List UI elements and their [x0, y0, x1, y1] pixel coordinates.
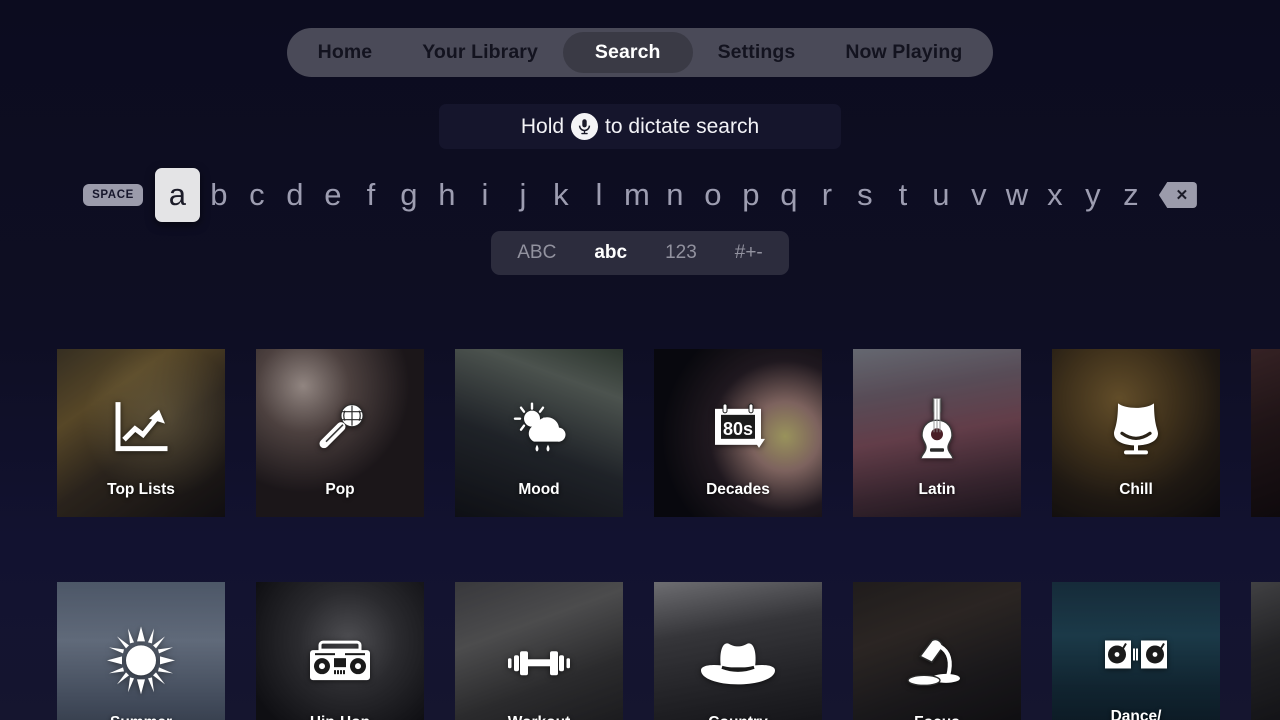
desk-lamp-icon — [853, 632, 1021, 690]
keyboard-mode-selector-area: ABC abc 123 #+- — [0, 231, 1280, 275]
sun-cloud-rain-icon — [455, 402, 623, 456]
key-d[interactable]: d — [276, 168, 314, 222]
tile-label: Workout — [455, 714, 623, 720]
cowboy-hat-icon — [654, 639, 822, 685]
key-y[interactable]: y — [1074, 168, 1112, 222]
turntables-icon — [1052, 636, 1220, 672]
tile-scrim — [1251, 582, 1280, 720]
key-o[interactable]: o — [694, 168, 732, 222]
dictate-prefix-label: Hold — [520, 114, 565, 138]
category-row-1: Top Lists Pop Mood 80s Decades Latin Chi… — [57, 349, 1280, 517]
category-tile-partial-right-2[interactable] — [1251, 582, 1280, 720]
tile-label: Focus — [853, 714, 1021, 720]
key-t[interactable]: t — [884, 168, 922, 222]
key-z[interactable]: z — [1112, 168, 1150, 222]
key-h[interactable]: h — [428, 168, 466, 222]
tab-your-library[interactable]: Your Library — [397, 32, 563, 73]
dictate-suffix-label: to dictate search — [605, 114, 760, 138]
calendar-80s-icon: 80s — [654, 403, 822, 455]
svg-text:80s: 80s — [723, 419, 753, 439]
tile-label: Latin — [918, 481, 956, 498]
key-f[interactable]: f — [352, 168, 390, 222]
dictate-search-area: Hold to dictate search — [0, 104, 1280, 149]
armchair-icon — [1052, 399, 1220, 457]
key-b[interactable]: b — [200, 168, 238, 222]
backspace-delete-icon[interactable]: ✕ — [1158, 182, 1197, 208]
tile-label: Hip-Hop — [256, 714, 424, 720]
key-l[interactable]: l — [580, 168, 618, 222]
category-tile-chill[interactable]: Chill — [1052, 349, 1220, 517]
dictate-search-button[interactable]: Hold to dictate search — [439, 104, 841, 149]
key-space[interactable]: SPACE — [83, 184, 143, 206]
microphone-stand-icon — [256, 402, 424, 456]
tab-list: Home Your Library Search Settings Now Pl… — [286, 28, 994, 77]
tile-label-line1: Dance/ Electronic — [1110, 708, 1162, 720]
boombox-icon — [256, 638, 424, 686]
key-m[interactable]: m — [618, 168, 656, 222]
tile-label: Country — [654, 714, 822, 720]
category-tile-latin[interactable]: Latin — [853, 349, 1021, 517]
key-q[interactable]: q — [770, 168, 808, 222]
category-tile-dance-electronic[interactable]: Dance/ Electronic — [1052, 582, 1220, 720]
category-tile-top-lists[interactable]: Top Lists — [57, 349, 225, 517]
sun-icon — [57, 625, 225, 695]
tile-label: Decades — [706, 481, 770, 498]
key-x[interactable]: x — [1036, 168, 1074, 222]
tile-label: Pop — [325, 481, 355, 498]
tab-now-playing[interactable]: Now Playing — [820, 32, 987, 73]
tab-home[interactable]: Home — [293, 32, 398, 73]
category-tile-mood[interactable]: Mood — [455, 349, 623, 517]
category-tile-workout[interactable]: Workout — [455, 582, 623, 720]
category-row-2: Summer Hip-Hop — [57, 582, 1280, 720]
top-navigation-bar: Home Your Library Search Settings Now Pl… — [0, 28, 1280, 77]
tile-label: Summer — [57, 714, 225, 720]
category-tile-hip-hop[interactable]: Hip-Hop — [256, 582, 424, 720]
mode-numbers[interactable]: 123 — [646, 242, 716, 264]
tile-label: Top Lists — [107, 481, 175, 498]
key-k[interactable]: k — [542, 168, 580, 222]
key-c[interactable]: c — [238, 168, 276, 222]
key-n[interactable]: n — [656, 168, 694, 222]
tab-search[interactable]: Search — [562, 32, 693, 73]
keyboard-mode-selector: ABC abc 123 #+- — [491, 231, 789, 275]
key-g[interactable]: g — [390, 168, 428, 222]
category-tile-partial-right-1[interactable] — [1251, 349, 1280, 517]
dumbbell-icon — [455, 646, 623, 680]
backspace-x-glyph: ✕ — [1175, 187, 1189, 204]
key-r[interactable]: r — [808, 168, 846, 222]
tile-label: Dance/ Electronic — [1052, 708, 1220, 720]
tile-label: Mood — [518, 481, 560, 498]
category-tile-focus[interactable]: Focus — [853, 582, 1021, 720]
key-p[interactable]: p — [732, 168, 770, 222]
key-e[interactable]: e — [314, 168, 352, 222]
microphone-icon — [571, 113, 599, 140]
tile-scrim — [1251, 349, 1280, 517]
key-j[interactable]: j — [504, 168, 542, 222]
key-v[interactable]: v — [960, 168, 998, 222]
category-grid: Top Lists Pop Mood 80s Decades Latin Chi… — [57, 349, 1280, 720]
mode-uppercase[interactable]: ABC — [498, 242, 575, 264]
category-tile-summer[interactable]: Summer — [57, 582, 225, 720]
key-u[interactable]: u — [922, 168, 960, 222]
key-i[interactable]: i — [466, 168, 504, 222]
tab-settings[interactable]: Settings — [693, 32, 821, 73]
mode-lowercase[interactable]: abc — [575, 242, 646, 264]
trending-chart-icon — [57, 402, 225, 456]
acoustic-guitar-icon — [853, 398, 1021, 459]
mode-symbols[interactable]: #+- — [716, 242, 782, 264]
key-s[interactable]: s — [846, 168, 884, 222]
tile-label: Chill — [1119, 481, 1153, 498]
category-tile-decades[interactable]: 80s Decades — [654, 349, 822, 517]
onscreen-keyboard: SPACE a b c d e f g h i j k l m n o p q … — [0, 168, 1280, 222]
category-tile-pop[interactable]: Pop — [256, 349, 424, 517]
key-w[interactable]: w — [998, 168, 1036, 222]
category-tile-country[interactable]: Country — [654, 582, 822, 720]
key-a[interactable]: a — [154, 168, 200, 222]
